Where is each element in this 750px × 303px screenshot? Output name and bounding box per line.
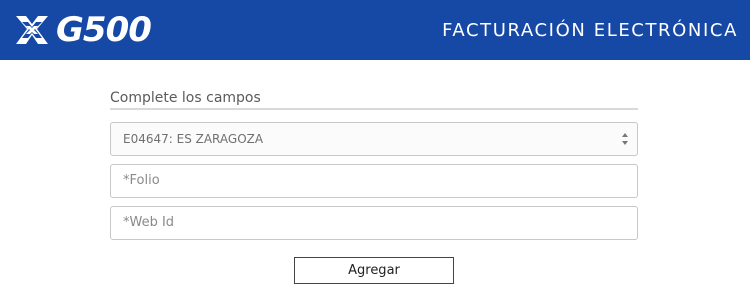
station-select-value: E04647: ES ZARAGOZA	[123, 132, 264, 146]
logo[interactable]: G500	[14, 10, 152, 50]
updown-arrows-icon	[622, 133, 628, 145]
folio-placeholder: *Folio	[123, 173, 160, 188]
form-divider	[110, 108, 638, 110]
g500-logo-icon	[16, 16, 48, 44]
header-bar: G500 FACTURACIÓN ELECTRÓNICA	[0, 0, 750, 60]
form-heading: Complete los campos	[110, 90, 261, 106]
station-select[interactable]: E04647: ES ZARAGOZA	[110, 122, 638, 156]
web-id-placeholder: *Web Id	[123, 215, 175, 230]
page-title: FACTURACIÓN ELECTRÓNICA	[442, 20, 738, 41]
folio-field[interactable]: *Folio	[110, 164, 638, 198]
invoice-form: Complete los campos E04647: ES ZARAGOZA …	[110, 88, 638, 240]
logo-text: G500	[56, 10, 152, 50]
add-button[interactable]: Agregar	[294, 257, 454, 284]
web-id-field[interactable]: *Web Id	[110, 206, 638, 240]
